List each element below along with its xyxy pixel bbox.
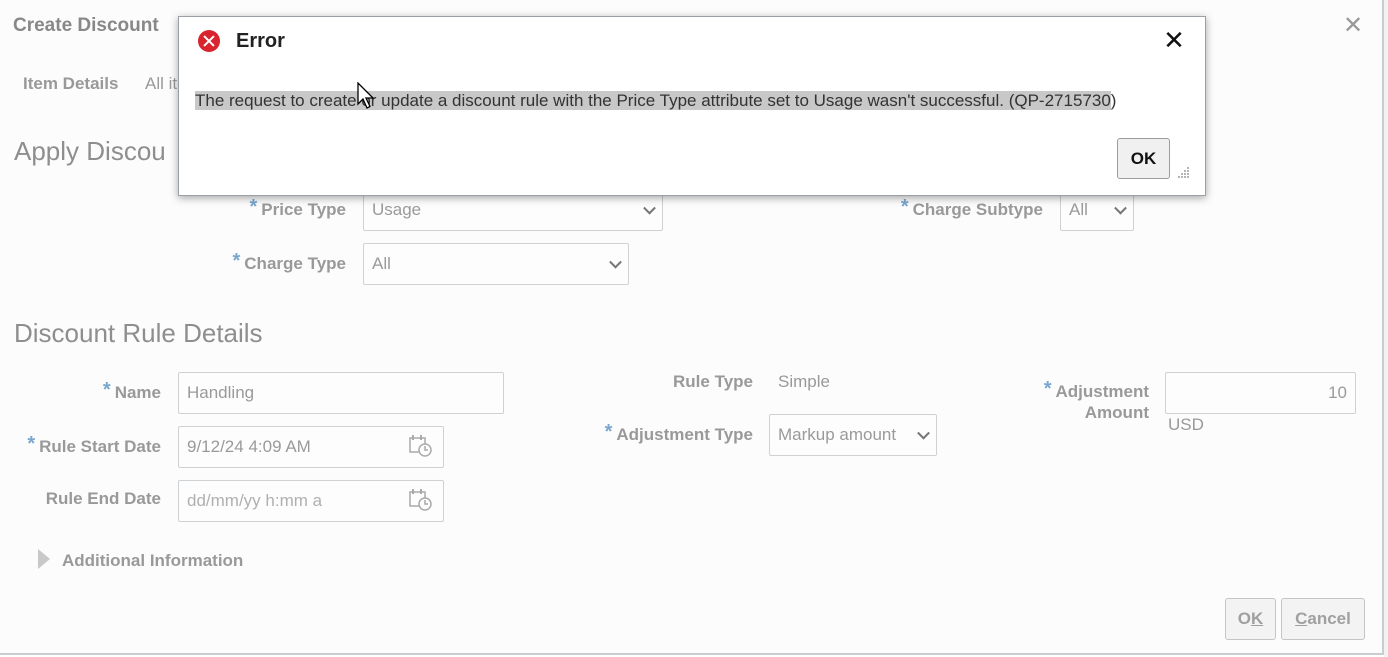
rule-end-date-label: Rule End Date: [45, 489, 161, 508]
rule-type-label: Rule Type: [673, 372, 753, 391]
discount-rule-details-title: Discount Rule Details: [14, 318, 263, 348]
item-details-label: Item Details: [23, 74, 119, 93]
charge-subtype-label: * Charge Subtype: [900, 196, 1043, 219]
rule-end-date-input[interactable]: dd/mm/yy h:mm a: [178, 480, 444, 522]
required-asterisk: *: [232, 250, 241, 272]
error-title: Error: [236, 30, 285, 52]
name-input[interactable]: Handling: [178, 372, 504, 414]
apply-discount-section-title: Apply Discou: [14, 136, 166, 166]
adjustment-type-select[interactable]: Markup amount: [769, 414, 937, 456]
item-details-value: All it: [145, 74, 178, 93]
chevron-down-icon: [917, 426, 930, 440]
required-asterisk: *: [249, 196, 258, 218]
error-ok-button[interactable]: OK: [1117, 138, 1170, 179]
chevron-down-icon: [643, 201, 656, 215]
cancel-button[interactable]: Cancel: [1281, 598, 1365, 640]
name-value: Handling: [187, 383, 255, 402]
resize-grip-icon[interactable]: [1176, 165, 1190, 179]
calendar-icon[interactable]: [409, 489, 433, 511]
adjustment-amount-label: * Adjustment Amount: [1043, 378, 1149, 423]
required-asterisk: *: [604, 421, 613, 443]
charge-subtype-value: All: [1069, 200, 1088, 219]
chevron-down-icon: [609, 255, 622, 269]
currency-label: USD: [1168, 415, 1204, 434]
rule-type-value: Simple: [778, 372, 830, 391]
adjustment-type-value: Markup amount: [778, 425, 897, 444]
rule-start-date-input[interactable]: 9/12/24 4:09 AM: [178, 426, 444, 468]
error-popup: Error ✕ The request to create or update …: [178, 16, 1206, 196]
window-edge: [1384, 0, 1388, 657]
required-asterisk: *: [27, 433, 36, 455]
mouse-cursor-icon: [357, 82, 375, 109]
adjustment-amount-value: 10: [1328, 383, 1347, 402]
dialog-close-icon[interactable]: ✕: [1341, 14, 1365, 38]
disclosure-triangle-icon[interactable]: [38, 549, 50, 569]
adjustment-type-label: * Adjustment Type: [604, 421, 753, 444]
rule-end-date-placeholder: dd/mm/yy h:mm a: [187, 491, 323, 510]
error-icon: [198, 30, 220, 52]
error-close-icon[interactable]: ✕: [1161, 27, 1187, 53]
adjustment-amount-input[interactable]: 10: [1165, 372, 1356, 414]
additional-information-toggle[interactable]: Additional Information: [62, 551, 243, 571]
required-asterisk: *: [900, 196, 909, 218]
rule-start-date-value: 9/12/24 4:09 AM: [187, 437, 311, 456]
charge-type-label: * Charge Type: [232, 250, 346, 273]
charge-type-value: All: [372, 254, 391, 273]
rule-start-date-label: * Rule Start Date: [27, 433, 161, 456]
dialog-title: Create Discount: [13, 15, 159, 36]
chevron-down-icon: [1114, 201, 1127, 215]
required-asterisk: *: [102, 379, 111, 401]
price-type-label: * Price Type: [249, 196, 346, 219]
ok-button[interactable]: OK: [1225, 598, 1276, 640]
price-type-value: Usage: [372, 200, 422, 219]
calendar-icon[interactable]: [409, 435, 433, 457]
required-asterisk: *: [1043, 378, 1052, 400]
name-label: * Name: [102, 379, 161, 402]
error-message: The request to create or update a discou…: [195, 91, 1117, 110]
charge-type-select[interactable]: All: [363, 243, 629, 285]
